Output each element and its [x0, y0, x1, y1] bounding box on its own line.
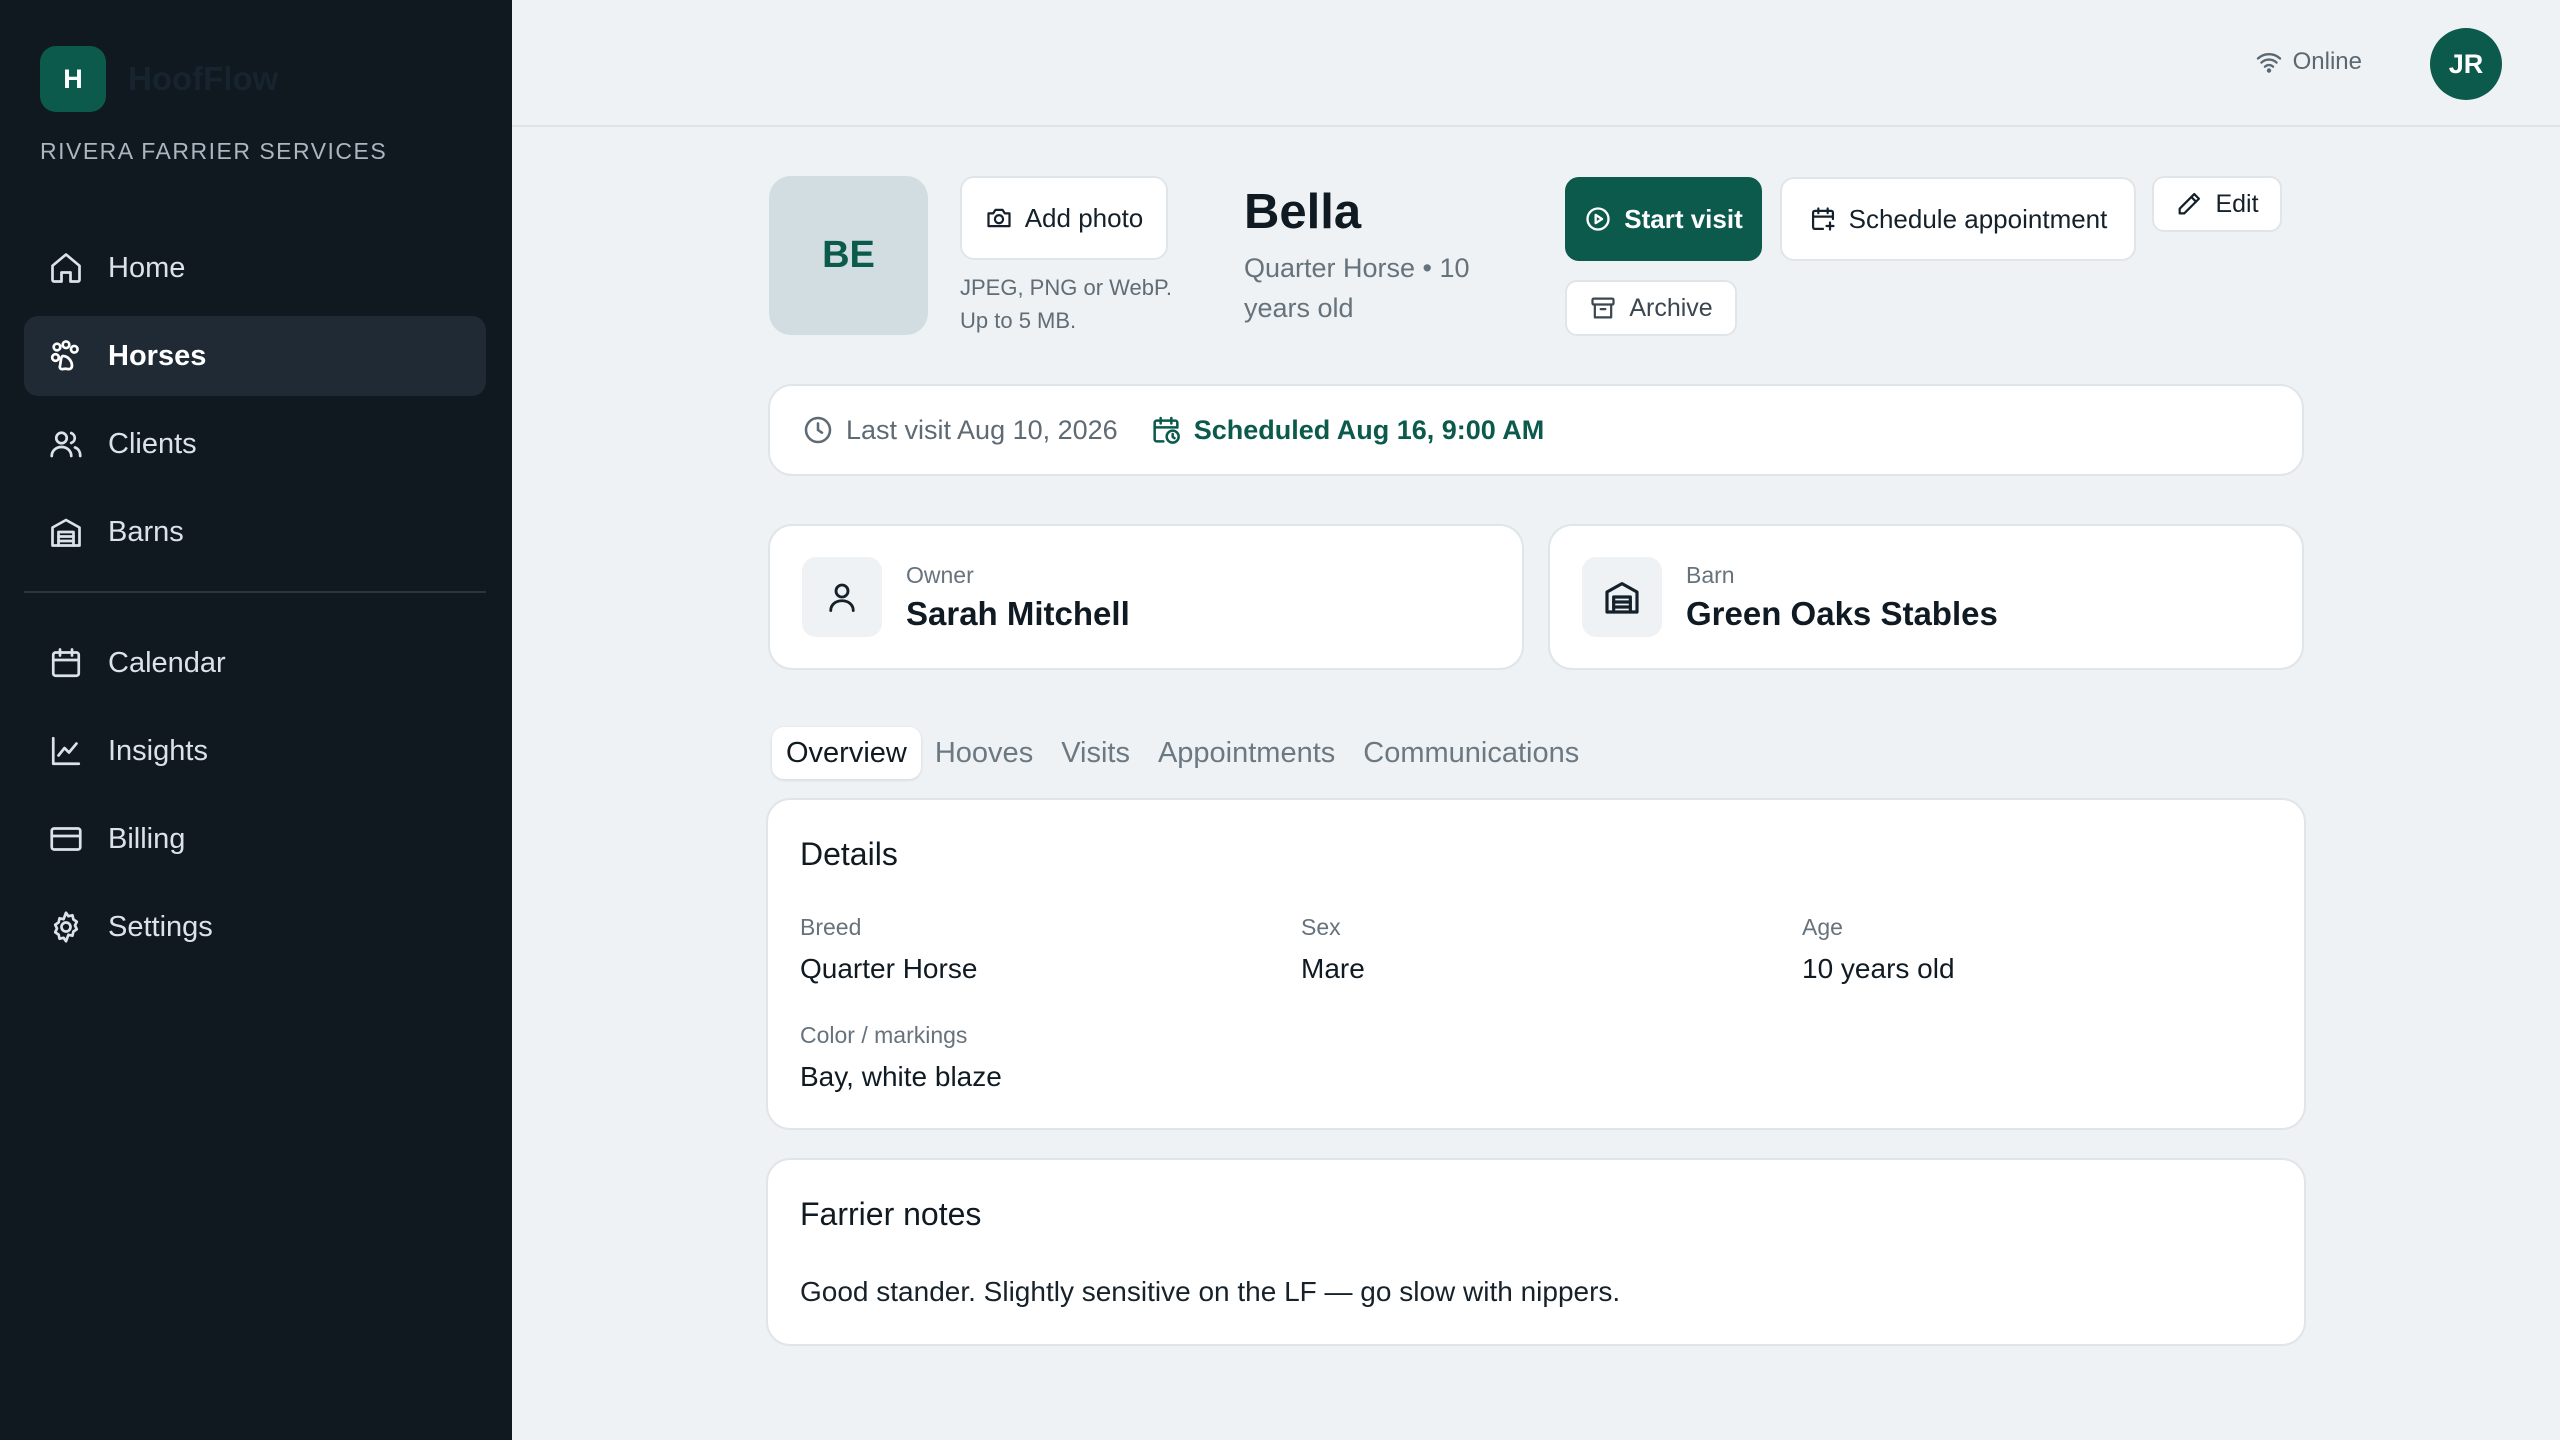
last-visit-text: Last visit Aug 10, 2026 — [846, 414, 1118, 445]
chart-icon — [48, 733, 84, 769]
sidebar-item-label: Clients — [108, 427, 197, 460]
scheduled-visit-text: Scheduled Aug 16, 9:00 AM — [1193, 414, 1545, 445]
sidebar-item-barns[interactable]: Barns — [24, 492, 486, 572]
clock-icon — [802, 414, 834, 446]
home-icon — [48, 250, 84, 286]
user-icon — [802, 557, 882, 637]
horse-avatar: BE — [769, 176, 928, 335]
gear-icon — [48, 909, 84, 945]
top-bar: Online JR — [512, 0, 2560, 127]
sex-field: Sex Mare — [1301, 914, 1365, 985]
tab-communications[interactable]: Communications — [1349, 727, 1593, 779]
nav-divider — [24, 591, 486, 593]
archive-label: Archive — [1629, 293, 1713, 322]
tab-appointments[interactable]: Appointments — [1144, 727, 1349, 779]
barn-label: Barn — [1686, 561, 1735, 588]
sidebar-item-horses[interactable]: Horses — [24, 316, 486, 396]
details-card: Details Breed Quarter Horse Sex Mare Age… — [766, 798, 2306, 1130]
owner-card[interactable]: Owner Sarah Mitchell — [768, 524, 1524, 670]
color-value: Bay, white blaze — [800, 1061, 1002, 1092]
tab-visits[interactable]: Visits — [1047, 727, 1144, 779]
tab-overview[interactable]: Overview — [772, 727, 921, 779]
sidebar-item-settings[interactable]: Settings — [24, 887, 486, 967]
sidebar-item-insights[interactable]: Insights — [24, 711, 486, 791]
start-visit-label: Start visit — [1624, 203, 1743, 234]
edit-label: Edit — [2215, 189, 2259, 218]
age-label: Age — [1802, 914, 1843, 940]
business-name: RIVERA FARRIER SERVICES — [40, 138, 388, 164]
horse-subtitle: Quarter Horse • 10 years old — [1244, 253, 1470, 323]
brand-name: HoofFlow — [128, 60, 279, 97]
wifi-icon — [2255, 48, 2283, 76]
camera-icon — [985, 204, 1013, 232]
calendar-icon — [48, 645, 84, 681]
calendar-plus-icon — [1809, 205, 1837, 233]
sidebar-item-home[interactable]: Home — [24, 228, 486, 308]
scheduled-visit[interactable]: Scheduled Aug 16, 9:00 AM — [1150, 414, 1545, 446]
breed-value: Quarter Horse — [800, 953, 978, 984]
farrier-notes-card: Farrier notes Good stander. Slightly sen… — [766, 1158, 2306, 1346]
barn-icon — [48, 514, 84, 550]
add-photo-button[interactable]: Add photo — [960, 176, 1168, 260]
schedule-appointment-button[interactable]: Schedule appointment — [1780, 177, 2136, 261]
archive-button[interactable]: Archive — [1565, 280, 1737, 336]
status-label: Online — [2292, 48, 2362, 75]
calendar-clock-icon — [1150, 414, 1182, 446]
primary-nav: Home Horses Clients Barns — [24, 228, 486, 580]
connection-status: Online — [2255, 48, 2362, 76]
play-circle-icon — [1584, 205, 1612, 233]
sex-value: Mare — [1301, 953, 1365, 984]
visit-summary-bar: Last visit Aug 10, 2026 Scheduled Aug 16… — [768, 384, 2304, 476]
secondary-nav: Calendar Insights Billing Settings — [24, 623, 486, 975]
age-value: 10 years old — [1802, 953, 1955, 984]
sidebar: H HoofFlow RIVERA FARRIER SERVICES Home … — [0, 0, 512, 1440]
sex-label: Sex — [1301, 914, 1341, 940]
archive-icon — [1589, 294, 1617, 322]
owner-label: Owner — [906, 561, 974, 588]
credit-card-icon — [48, 821, 84, 857]
color-label: Color / markings — [800, 1022, 968, 1048]
sidebar-item-label: Horses — [108, 339, 207, 372]
sidebar-item-clients[interactable]: Clients — [24, 404, 486, 484]
photo-hint: JPEG, PNG or WebP. Up to 5 MB. — [960, 275, 1172, 333]
sidebar-item-label: Billing — [108, 822, 186, 855]
users-icon — [48, 426, 84, 462]
horse-icon — [48, 338, 84, 374]
add-photo-label: Add photo — [1024, 202, 1144, 233]
sidebar-item-label: Settings — [108, 910, 213, 943]
sidebar-item-label: Calendar — [108, 646, 226, 679]
horse-tabs: Overview Hooves Visits Appointments Comm… — [772, 727, 1593, 779]
start-visit-button[interactable]: Start visit — [1565, 177, 1762, 261]
user-avatar[interactable]: JR — [2430, 28, 2502, 100]
schedule-appointment-label: Schedule appointment — [1848, 203, 2108, 234]
sidebar-item-label: Insights — [108, 734, 208, 767]
brand[interactable]: H HoofFlow — [40, 46, 278, 112]
owner-name: Sarah Mitchell — [906, 594, 1130, 632]
tab-hooves[interactable]: Hooves — [921, 727, 1047, 779]
color-field: Color / markings Bay, white blaze — [800, 1022, 1002, 1093]
sidebar-item-label: Barns — [108, 515, 184, 548]
barn-name: Green Oaks Stables — [1686, 594, 1998, 632]
edit-button[interactable]: Edit — [2152, 176, 2282, 232]
notes-text: Good stander. Slightly sensitive on the … — [800, 1276, 1621, 1307]
details-title: Details — [800, 836, 898, 872]
sidebar-item-label: Home — [108, 251, 186, 284]
sidebar-item-calendar[interactable]: Calendar — [24, 623, 486, 703]
barn-icon — [1582, 557, 1662, 637]
notes-title: Farrier notes — [800, 1196, 982, 1232]
brand-logo: H — [40, 46, 106, 112]
sidebar-item-billing[interactable]: Billing — [24, 799, 486, 879]
horse-name: Bella — [1244, 185, 1362, 239]
last-visit: Last visit Aug 10, 2026 — [802, 414, 1118, 446]
barn-card[interactable]: Barn Green Oaks Stables — [1548, 524, 2304, 670]
breed-field: Breed Quarter Horse — [800, 914, 977, 985]
pencil-icon — [2175, 190, 2203, 218]
breed-label: Breed — [800, 914, 862, 940]
age-field: Age 10 years old — [1802, 914, 1955, 985]
